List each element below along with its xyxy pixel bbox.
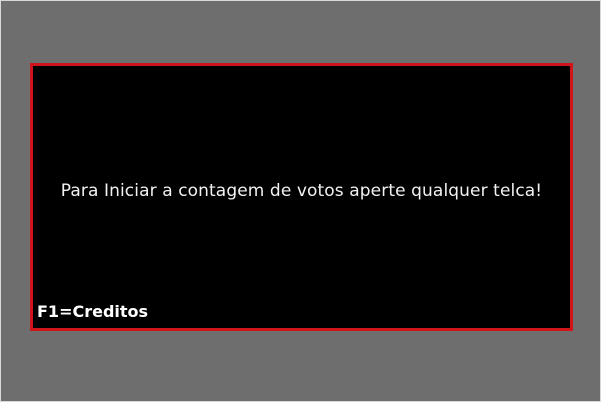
credits-hotkey-hint: F1=Creditos xyxy=(37,302,149,321)
console-screen[interactable]: Para Iniciar a contagem de votos aperte … xyxy=(30,63,573,331)
start-count-prompt: Para Iniciar a contagem de votos aperte … xyxy=(60,181,543,201)
